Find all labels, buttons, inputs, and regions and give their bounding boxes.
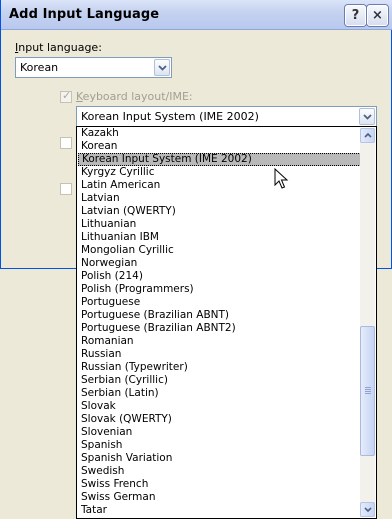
list-item[interactable]: Slovak (QWERTY) xyxy=(78,413,361,426)
checkmark-icon: ✓ xyxy=(62,89,72,102)
thumb-grip-line xyxy=(365,389,371,390)
list-item[interactable]: Russian xyxy=(78,348,361,361)
input-language-value: Korean xyxy=(20,61,59,74)
list-item[interactable]: Latvian (QWERTY) xyxy=(78,205,361,218)
keyboard-layout-label: Keyboard layout/IME: xyxy=(76,90,193,103)
list-item[interactable]: Slovenian xyxy=(78,426,361,439)
list-item[interactable]: Romanian xyxy=(78,335,361,348)
list-item[interactable]: Swedish xyxy=(78,465,361,478)
list-item[interactable]: Latvian xyxy=(78,192,361,205)
help-icon: ? xyxy=(351,8,360,23)
list-item[interactable]: Portuguese xyxy=(78,296,361,309)
list-item[interactable]: Kyrgyz Cyrillic xyxy=(78,166,361,179)
mouse-pointer-icon xyxy=(274,168,289,189)
chevron-up-icon xyxy=(363,133,372,138)
thumb-grip-line xyxy=(365,393,371,394)
input-language-label: Input language: xyxy=(15,41,102,54)
vertical-scrollbar[interactable] xyxy=(360,128,375,517)
layout-list-items: Kazakh Korean Korean Input System (IME 200… xyxy=(78,127,361,517)
option-checkbox-1[interactable] xyxy=(60,137,72,149)
title-bar[interactable]: Add Input Language ? × xyxy=(1,0,392,30)
list-item-selected[interactable]: Korean Input System (IME 2002) xyxy=(78,153,361,166)
input-language-combo[interactable]: Korean xyxy=(15,57,172,78)
list-item[interactable]: Latin American xyxy=(78,179,361,192)
list-item[interactable]: Spanish Variation xyxy=(78,452,361,465)
close-icon: × xyxy=(372,8,383,23)
list-item[interactable]: Polish (214) xyxy=(78,270,361,283)
list-item[interactable]: Spanish xyxy=(78,439,361,452)
thumb-grip-line xyxy=(365,391,371,392)
list-item[interactable]: Polish (Programmers) xyxy=(78,283,361,296)
list-item[interactable]: Swiss French xyxy=(78,478,361,491)
option-checkbox-2[interactable] xyxy=(60,183,72,195)
list-item[interactable]: Swiss German xyxy=(78,491,361,504)
list-item[interactable]: Serbian (Latin) xyxy=(78,387,361,400)
list-item[interactable]: Slovak xyxy=(78,400,361,413)
keyboard-layout-label-text: eyboard layout/IME: xyxy=(82,90,193,103)
list-item[interactable]: Russian (Typewriter) xyxy=(78,361,361,374)
close-button[interactable]: × xyxy=(367,5,388,26)
keyboard-layout-checkbox[interactable]: ✓ xyxy=(60,89,72,103)
thumb-grip-line xyxy=(365,387,371,388)
scroll-down-button[interactable] xyxy=(360,502,375,517)
list-item[interactable]: Korean xyxy=(78,140,361,153)
keyboard-layout-label-accesskey: K xyxy=(76,90,83,103)
keyboard-layout-dropdown-button[interactable] xyxy=(359,108,375,125)
list-item[interactable]: Mongolian Cyrillic xyxy=(78,244,361,257)
keyboard-layout-combo[interactable]: Korean Input System (IME 2002) xyxy=(76,106,377,127)
input-language-dropdown-button[interactable] xyxy=(154,59,170,76)
chevron-down-icon xyxy=(157,64,167,71)
list-item[interactable]: Portuguese (Brazilian ABNT2) xyxy=(78,322,361,335)
keyboard-layout-value: Korean Input System (IME 2002) xyxy=(81,110,259,123)
chevron-down-icon xyxy=(362,113,372,120)
list-item[interactable]: Norwegian xyxy=(78,257,361,270)
keyboard-layout-dropdown-list[interactable]: Kazakh Korean Korean Input System (IME 200… xyxy=(76,126,377,519)
scroll-up-button[interactable] xyxy=(360,128,375,143)
input-language-label-text: nput language: xyxy=(18,41,102,54)
list-item[interactable]: Portuguese (Brazilian ABNT) xyxy=(78,309,361,322)
list-item[interactable]: Lithuanian IBM xyxy=(78,231,361,244)
list-item[interactable]: Serbian (Cyrillic) xyxy=(78,374,361,387)
list-item[interactable]: Kazakh xyxy=(78,127,361,140)
help-button[interactable]: ? xyxy=(345,5,366,26)
list-item[interactable]: Tatar xyxy=(78,504,361,517)
scrollbar-thumb[interactable] xyxy=(360,326,375,456)
chevron-down-icon xyxy=(363,507,372,512)
dialog-title: Add Input Language xyxy=(9,7,160,22)
list-item[interactable]: Lithuanian xyxy=(78,218,361,231)
